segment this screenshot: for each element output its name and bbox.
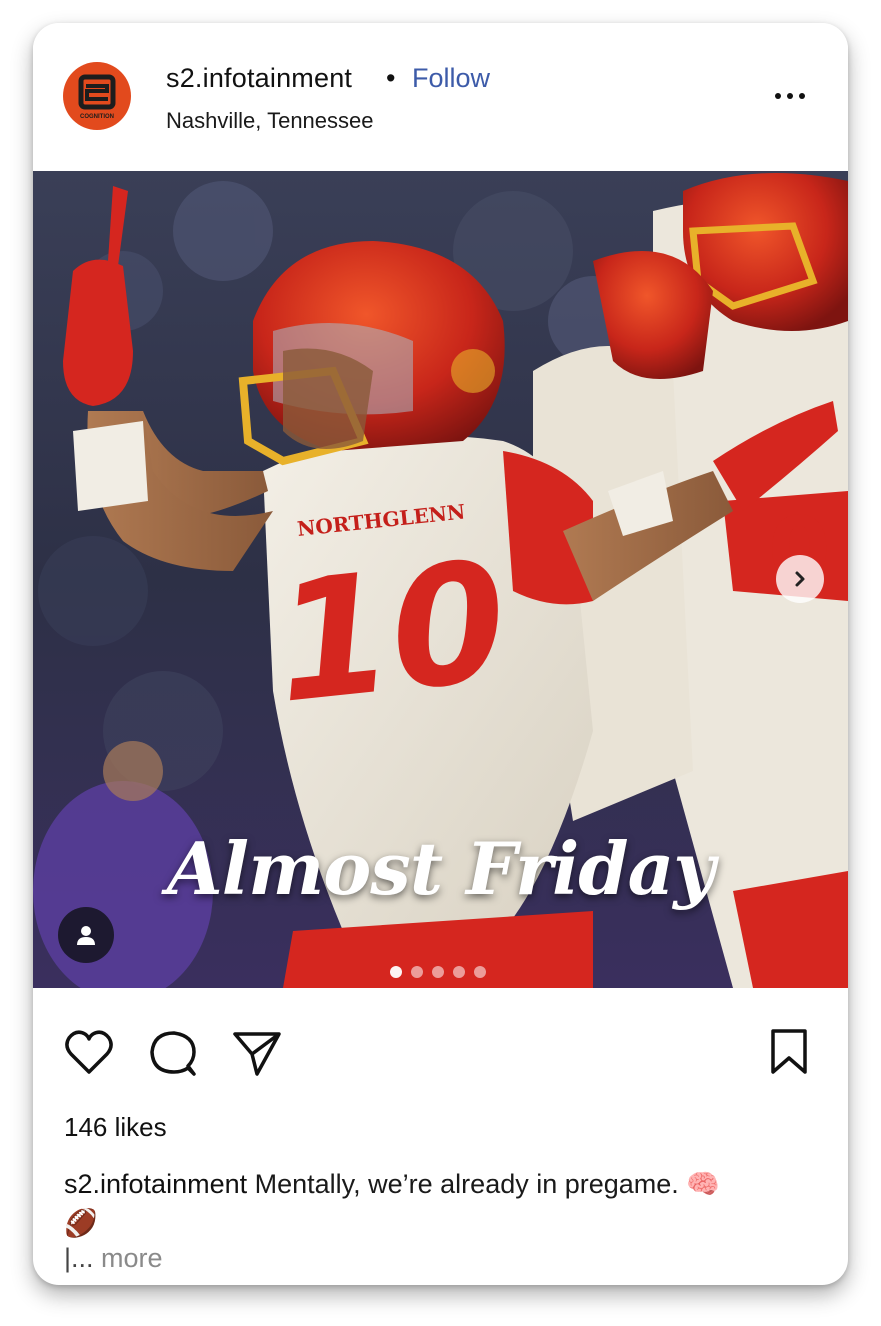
action-bar — [33, 988, 848, 1088]
send-icon — [233, 1032, 281, 1076]
follow-button[interactable]: Follow — [412, 63, 490, 94]
avatar[interactable]: COGNITION — [63, 62, 131, 130]
bookmark-icon — [771, 1029, 807, 1074]
post-image[interactable]: 0 NORTHGLENN 10 Almost Friday — [33, 171, 848, 988]
save-button[interactable] — [768, 1028, 810, 1081]
carousel-dot — [474, 966, 486, 978]
carousel-dot — [453, 966, 465, 978]
likes-count[interactable]: 146 likes — [64, 1112, 167, 1143]
more-options-button[interactable] — [765, 81, 815, 111]
caption-more-link[interactable]: more — [101, 1243, 163, 1273]
caption-username[interactable]: s2.infotainment — [64, 1169, 247, 1199]
comment-button[interactable] — [148, 1028, 198, 1083]
carousel-indicator — [390, 966, 486, 978]
carousel-dot — [390, 966, 402, 978]
post-caption: s2.infotainment Mentally, we’re already … — [64, 1165, 824, 1243]
like-button[interactable] — [63, 1028, 115, 1081]
heart-icon — [65, 1030, 113, 1074]
carousel-dot — [411, 966, 423, 978]
tagged-users-button[interactable] — [58, 907, 114, 963]
caption-text: Mentally, we’re already in pregame. 🧠 — [247, 1169, 720, 1199]
caption-truncation: |... — [64, 1243, 102, 1273]
chevron-right-icon — [795, 571, 805, 587]
jersey-number: 10 — [267, 525, 515, 740]
s2-logo-icon: COGNITION — [78, 74, 116, 120]
photo-overlay-caption: Almost Friday — [166, 826, 715, 911]
more-horizontal-icon — [787, 93, 793, 99]
more-horizontal-icon — [799, 93, 805, 99]
caption-second-line: 🏈 — [64, 1208, 98, 1238]
post-card: COGNITION s2.infotainment • Follow Nashv… — [33, 23, 848, 1285]
avatar-subtext: COGNITION — [80, 114, 114, 120]
comment-icon — [150, 1031, 196, 1076]
post-username[interactable]: s2.infotainment — [166, 63, 352, 94]
more-horizontal-icon — [775, 93, 781, 99]
carousel-next-button[interactable] — [776, 555, 824, 603]
caption-more-line: |... more — [64, 1243, 163, 1274]
post-location[interactable]: Nashville, Tennessee — [166, 108, 374, 134]
header-separator: • — [386, 63, 396, 93]
post-header: COGNITION s2.infotainment • Follow Nashv… — [33, 23, 848, 171]
share-button[interactable] — [231, 1028, 283, 1083]
user-icon — [77, 926, 95, 945]
carousel-dot — [432, 966, 444, 978]
